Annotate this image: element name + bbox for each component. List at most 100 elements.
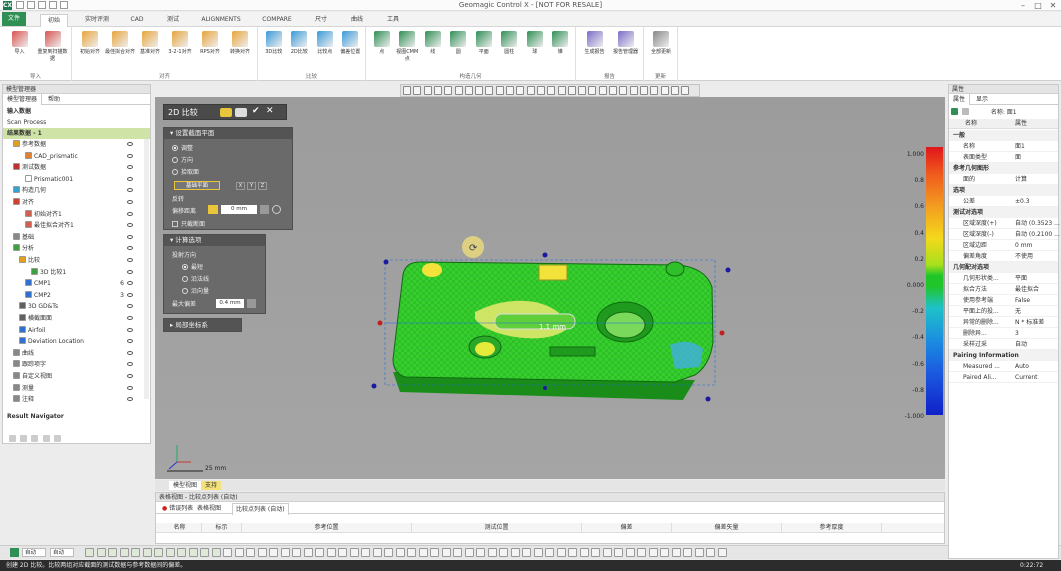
tree-item[interactable]: CMP2 3: [3, 290, 150, 301]
offset-lock-icon[interactable]: [208, 205, 218, 214]
property-group[interactable]: 一般: [949, 130, 1058, 141]
bottom-tool-icon[interactable]: [671, 548, 681, 557]
table-column-header[interactable]: 名称: [158, 523, 202, 533]
filter-combo[interactable]: 自动: [50, 548, 74, 557]
ribbon-tab-7[interactable]: 尺寸: [310, 14, 332, 26]
view-tool-icon[interactable]: [423, 86, 432, 95]
property-group[interactable]: 参考几何图形: [949, 163, 1058, 174]
property-value[interactable]: 自动 (0.2100 ...: [1015, 229, 1060, 240]
ribbon-button-2-3[interactable]: 偏差位置: [338, 31, 364, 55]
bottom-tool-icon[interactable]: [246, 548, 255, 557]
view-tool-icon[interactable]: [619, 86, 628, 95]
visibility-eye-icon[interactable]: [127, 362, 133, 367]
tree-item[interactable]: 对齐: [3, 197, 150, 208]
ribbon-button-3-1[interactable]: 视图CMM点: [395, 31, 421, 62]
ribbon-tab-2[interactable]: 实时评测: [82, 14, 112, 26]
property-value[interactable]: 面1: [1015, 141, 1025, 152]
property-value[interactable]: 面: [1015, 152, 1021, 163]
tree-item[interactable]: 测试数据: [3, 162, 150, 173]
bottom-tool-icon[interactable]: [464, 548, 474, 557]
property-group[interactable]: 测试对选项: [949, 207, 1058, 218]
property-group[interactable]: 几何配对选项: [949, 262, 1058, 273]
table-column-header[interactable]: 参考厚度: [782, 523, 882, 533]
tab-help[interactable]: 帮助: [44, 94, 64, 105]
ribbon-tab-6[interactable]: COMPARE: [258, 14, 296, 26]
tab-compare-points[interactable]: 比较点列表 (自动): [232, 503, 289, 515]
bottom-tool-icon[interactable]: [717, 548, 727, 557]
bottom-tool-icon[interactable]: [407, 548, 416, 557]
view-tool-icon[interactable]: [526, 86, 535, 95]
dialog-ok-icon[interactable]: ✔: [252, 106, 260, 116]
max-deviation-pick-icon[interactable]: [247, 299, 256, 308]
visibility-eye-icon[interactable]: [127, 223, 133, 228]
bottom-tool-icon[interactable]: [602, 548, 612, 557]
nav-settings-icon[interactable]: [53, 435, 61, 442]
property-row[interactable]: 采样过采 自动: [949, 339, 1058, 350]
bottom-tool-icon[interactable]: [200, 548, 209, 557]
bottom-tool-icon[interactable]: [568, 548, 577, 557]
bottom-tool-icon[interactable]: [234, 548, 244, 557]
only-section-checkbox[interactable]: 只截断面: [172, 219, 205, 228]
bottom-tool-icon[interactable]: [154, 548, 163, 557]
visibility-eye-icon[interactable]: [127, 374, 133, 378]
tree-item[interactable]: 跟踪项字: [3, 359, 150, 370]
ribbon-button-1-1[interactable]: 最佳拟合对齐: [105, 31, 135, 55]
view-tool-icon[interactable]: [681, 86, 690, 95]
bottom-tool-icon[interactable]: [326, 548, 336, 557]
offset-flip-icon[interactable]: [260, 205, 269, 214]
tree-item[interactable]: Airfoil: [3, 325, 150, 336]
bottom-tool-icon[interactable]: [280, 548, 290, 557]
radio-adjust[interactable]: 调整: [172, 143, 193, 152]
bottom-tool-icon[interactable]: [625, 548, 635, 557]
view-tool-icon[interactable]: [557, 86, 566, 95]
visibility-eye-icon[interactable]: [127, 385, 133, 390]
property-row[interactable]: 区域深度(+) 自动 (0.3523 ...: [949, 218, 1060, 229]
bottom-tool-icon[interactable]: [349, 548, 359, 557]
nav-prev-icon[interactable]: [20, 435, 28, 442]
ribbon-button-4-0[interactable]: 生成报告: [579, 31, 610, 55]
radio-direction[interactable]: 方向: [172, 155, 193, 164]
property-row[interactable]: 区域深度(-) 自动 (0.2100 ...: [949, 229, 1060, 240]
view-tool-icon[interactable]: [660, 86, 669, 95]
bottom-tool-icon[interactable]: [303, 548, 313, 557]
property-row[interactable]: 名称 面1: [949, 141, 1058, 152]
visibility-eye-icon[interactable]: [127, 316, 133, 320]
view-tool-icon[interactable]: [547, 86, 556, 95]
property-row[interactable]: 公差 ±0.3: [949, 196, 1058, 207]
axis-y-button[interactable]: Y: [247, 182, 256, 190]
visibility-eye-icon[interactable]: [127, 246, 133, 251]
view-tool-icon[interactable]: [454, 86, 463, 95]
tree-scrollbar[interactable]: [144, 139, 149, 399]
ribbon-tab-8[interactable]: 曲线: [346, 14, 368, 26]
visibility-eye-icon[interactable]: [127, 153, 133, 158]
view-tool-icon[interactable]: [639, 86, 648, 95]
visibility-eye-icon[interactable]: [127, 339, 133, 344]
local-cs-header[interactable]: ▸ 局部坐标系: [164, 319, 241, 331]
ribbon-tab-5[interactable]: ALIGNMENTS: [198, 14, 244, 26]
tree-item[interactable]: CMP1 6: [3, 278, 150, 289]
bottom-tool-icon[interactable]: [85, 548, 94, 557]
radio-vector[interactable]: 沿向量: [182, 286, 209, 295]
bottom-tool-icon[interactable]: [510, 548, 520, 557]
view-tool-icon[interactable]: [495, 86, 504, 95]
tab-support[interactable]: 支持: [201, 481, 222, 490]
bottom-tool-icon[interactable]: [292, 548, 301, 557]
scan-process-header[interactable]: Scan Process: [3, 117, 150, 128]
tree-item[interactable]: 自定义视图: [3, 371, 150, 382]
view-tool-icon[interactable]: [464, 86, 473, 95]
visibility-eye-icon[interactable]: [127, 292, 133, 297]
visibility-eye-icon[interactable]: [127, 188, 133, 193]
bottom-tool-icon[interactable]: [188, 548, 198, 557]
calc-options-header[interactable]: ▾ 计算选项: [164, 235, 265, 246]
view-tool-icon[interactable]: [588, 86, 597, 95]
ribbon-button-5-0[interactable]: 全部更新: [647, 31, 675, 55]
tree-item[interactable]: Deviation Location: [3, 336, 150, 347]
property-value[interactable]: 自动 (0.3523 ...: [1015, 218, 1060, 229]
property-row[interactable]: Paired Ali... Current: [949, 372, 1058, 383]
tree-item[interactable]: 基础: [3, 232, 150, 243]
bottom-tool-icon[interactable]: [579, 548, 589, 557]
visibility-eye-icon[interactable]: [127, 200, 133, 204]
ribbon-button-1-3[interactable]: 3-2-1对齐: [165, 31, 195, 55]
ribbon-tab-9[interactable]: 工具: [382, 14, 404, 26]
view-tool-icon[interactable]: [516, 86, 525, 95]
